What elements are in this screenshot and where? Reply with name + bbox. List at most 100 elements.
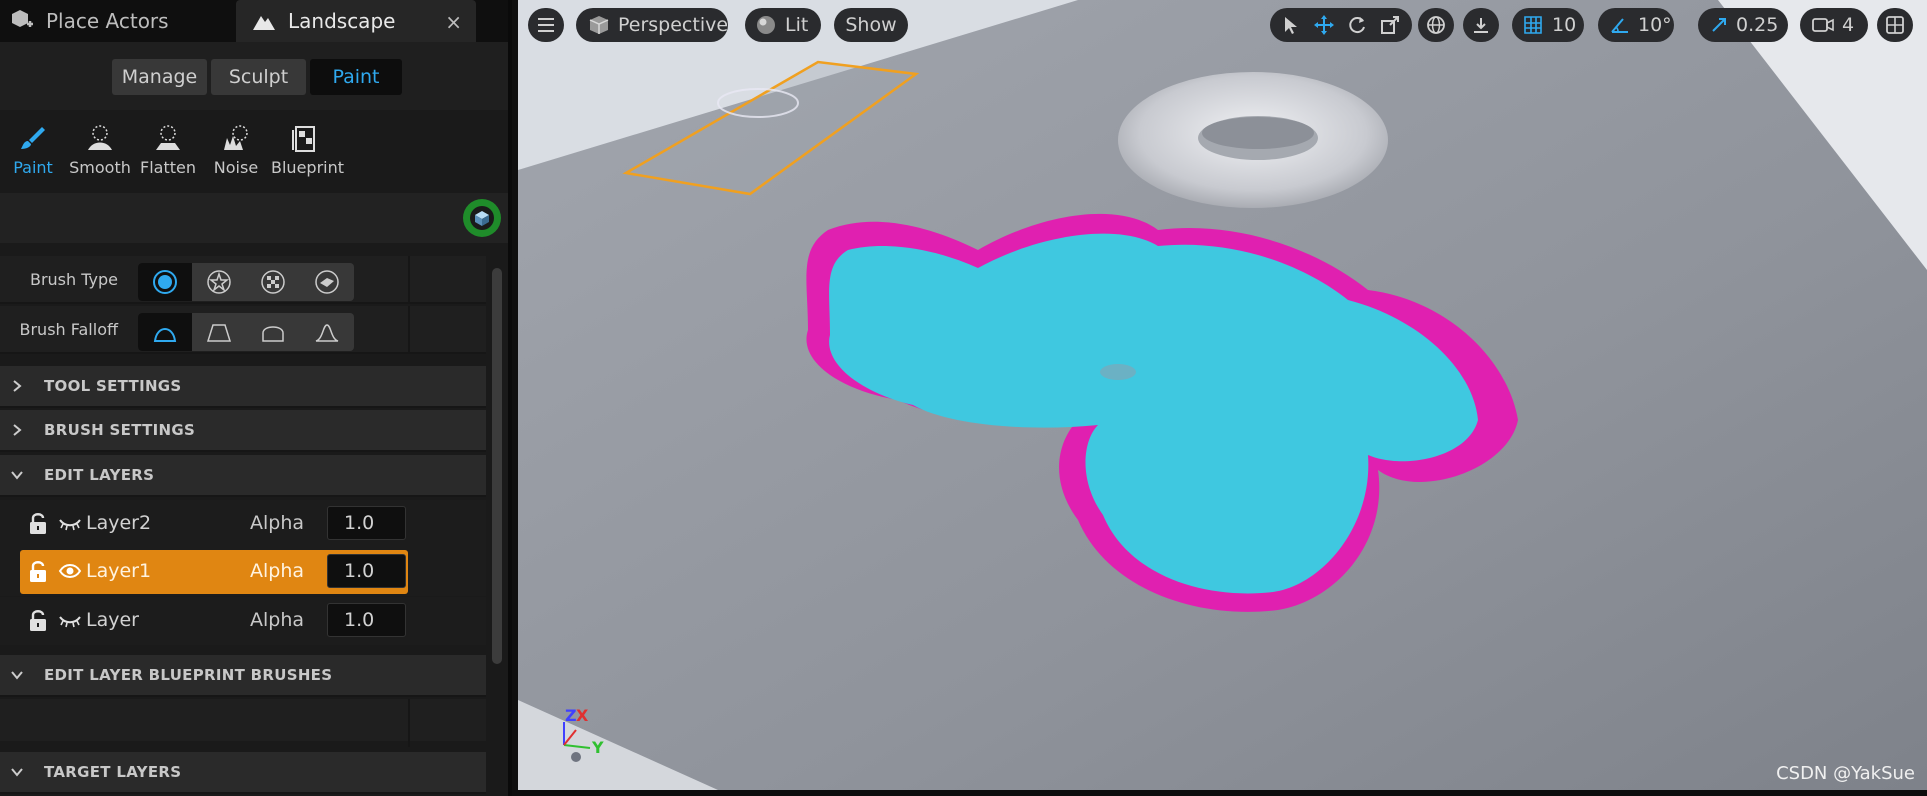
tab-place-actors-label: Place Actors	[46, 9, 169, 33]
tool-noise[interactable]: Noise	[203, 124, 269, 177]
layer-name: Layer1	[86, 560, 152, 582]
brush-type-component-button[interactable]	[300, 263, 354, 301]
spherical-falloff-icon	[262, 326, 284, 342]
alpha-label: Alpha	[250, 609, 305, 631]
blueprint-brushes-title: EDIT LAYER BLUEPRINT BRUSHES	[44, 666, 333, 684]
blueprint-brushes-empty-row	[0, 699, 486, 747]
scale-snap-value: 0.25	[1736, 14, 1779, 36]
manage-mode-button[interactable]: Manage	[112, 59, 207, 95]
surface-snap-button[interactable]	[1463, 8, 1499, 42]
brush-settings-section[interactable]: BRUSH SETTINGS	[0, 410, 486, 452]
layout-grid-icon	[1885, 15, 1905, 35]
alpha-value-input[interactable]: 1.0	[327, 603, 406, 637]
tool-smooth[interactable]: Smooth	[67, 124, 133, 177]
world-local-toggle[interactable]	[1418, 8, 1454, 42]
flatten-icon	[156, 125, 180, 150]
select-arrow-icon[interactable]	[1282, 15, 1300, 35]
star-brush-icon	[207, 270, 231, 294]
target-layers-title: TARGET LAYERS	[44, 763, 182, 781]
scale-icon[interactable]	[1380, 15, 1400, 35]
rotation-snap-button[interactable]: 10°	[1598, 8, 1674, 42]
show-button[interactable]: Show	[834, 8, 908, 42]
viewport-bottom-border	[512, 790, 1927, 796]
close-icon[interactable]: ×	[445, 10, 462, 34]
lit-label: Lit	[785, 14, 809, 36]
layer-row[interactable]: Layer2 Alpha 1.0	[0, 500, 486, 548]
rotation-snap-value: 10°	[1638, 14, 1672, 36]
brush-falloff-group	[138, 313, 354, 351]
brush-type-pattern-button[interactable]	[246, 263, 300, 301]
level-viewport[interactable]: Z X Y Perspective Lit Show 10 10° 0.25 4…	[518, 0, 1927, 790]
panel-divider[interactable]	[508, 0, 512, 796]
circle-brush-icon	[153, 270, 177, 294]
tool-flatten[interactable]: Flatten	[135, 124, 201, 177]
tool-blueprint[interactable]: Blueprint	[271, 124, 344, 177]
translate-icon[interactable]	[1313, 14, 1335, 36]
falloff-linear-button[interactable]	[192, 313, 246, 351]
target-layers-section[interactable]: TARGET LAYERS	[0, 752, 486, 794]
grid-snap-button[interactable]: 10	[1512, 8, 1584, 42]
layer-row[interactable]: Layer Alpha 1.0	[0, 597, 486, 645]
chevron-right-icon	[0, 379, 34, 393]
tab-place-actors[interactable]: Place Actors	[0, 0, 232, 42]
falloff-tip-button[interactable]	[300, 313, 354, 351]
eye-open-icon[interactable]	[58, 562, 82, 584]
perspective-button[interactable]: Perspective	[576, 8, 728, 42]
brush-type-alpha-button[interactable]	[192, 263, 246, 301]
layer-name: Layer2	[86, 512, 152, 534]
plugin-strip	[0, 193, 508, 243]
scrollbar-thumb[interactable]	[492, 268, 502, 664]
lock-icon[interactable]	[28, 560, 48, 588]
landscape-plugin-icon[interactable]	[463, 199, 501, 237]
tip-falloff-icon	[315, 324, 339, 342]
lock-icon[interactable]	[28, 512, 48, 540]
tab-bar: Place Actors Landscape ×	[0, 0, 512, 42]
axis-x-label: X	[576, 706, 589, 725]
noise-icon	[224, 125, 248, 150]
watermark-text: CSDN @YakSue	[1776, 763, 1915, 784]
eye-closed-icon[interactable]	[58, 613, 82, 632]
blueprint-brushes-section[interactable]: EDIT LAYER BLUEPRINT BRUSHES	[0, 655, 486, 697]
viewport-menu-button[interactable]	[528, 8, 564, 42]
perspective-label: Perspective	[618, 14, 729, 36]
layer-row-selected[interactable]: Layer1 Alpha 1.0	[0, 548, 486, 596]
brush-type-label: Brush Type	[29, 270, 118, 289]
sculpt-mode-button[interactable]: Sculpt	[211, 59, 306, 95]
alpha-value-input[interactable]: 1.0	[327, 506, 406, 540]
viewport-layout-button[interactable]	[1877, 8, 1913, 42]
alpha-label: Alpha	[250, 512, 305, 534]
show-label: Show	[845, 14, 897, 36]
mode-bar: Manage Sculpt Paint	[0, 42, 508, 110]
brush-type-circle-button[interactable]	[138, 263, 192, 301]
component-brush-icon	[315, 270, 339, 294]
tool-paint[interactable]: Paint	[0, 124, 66, 177]
tool-flatten-label: Flatten	[140, 158, 196, 177]
alpha-value-input[interactable]: 1.0	[327, 554, 406, 588]
tab-landscape-label: Landscape	[288, 9, 396, 33]
falloff-spherical-button[interactable]	[246, 313, 300, 351]
tool-row: Paint Smooth Flatten Noise Blueprint	[0, 112, 508, 192]
rotate-icon[interactable]	[1347, 15, 1367, 35]
camera-speed-button[interactable]: 4	[1800, 8, 1868, 42]
lock-icon[interactable]	[28, 609, 48, 637]
place-actors-icon	[8, 7, 36, 35]
lit-button[interactable]: Lit	[745, 8, 821, 42]
chevron-down-icon	[0, 767, 34, 777]
tool-noise-label: Noise	[213, 158, 259, 177]
tool-settings-title: TOOL SETTINGS	[44, 377, 182, 395]
tab-landscape[interactable]: Landscape ×	[236, 0, 476, 42]
smooth-icon	[88, 125, 112, 150]
eye-closed-icon[interactable]	[58, 516, 82, 535]
falloff-smooth-button[interactable]	[138, 313, 192, 351]
alpha-label: Alpha	[250, 560, 305, 582]
chevron-down-icon	[0, 470, 34, 480]
tool-smooth-label: Smooth	[69, 158, 131, 177]
tool-settings-section[interactable]: TOOL SETTINGS	[0, 366, 486, 408]
paint-mode-button[interactable]: Paint	[310, 59, 402, 95]
axis-z-label: Z	[565, 706, 577, 725]
camera-icon	[1812, 17, 1834, 33]
edit-layers-section[interactable]: EDIT LAYERS	[0, 455, 486, 497]
scale-snap-button[interactable]: 0.25	[1698, 8, 1788, 42]
column-separator	[408, 699, 410, 747]
brush-settings-title: BRUSH SETTINGS	[44, 421, 196, 439]
